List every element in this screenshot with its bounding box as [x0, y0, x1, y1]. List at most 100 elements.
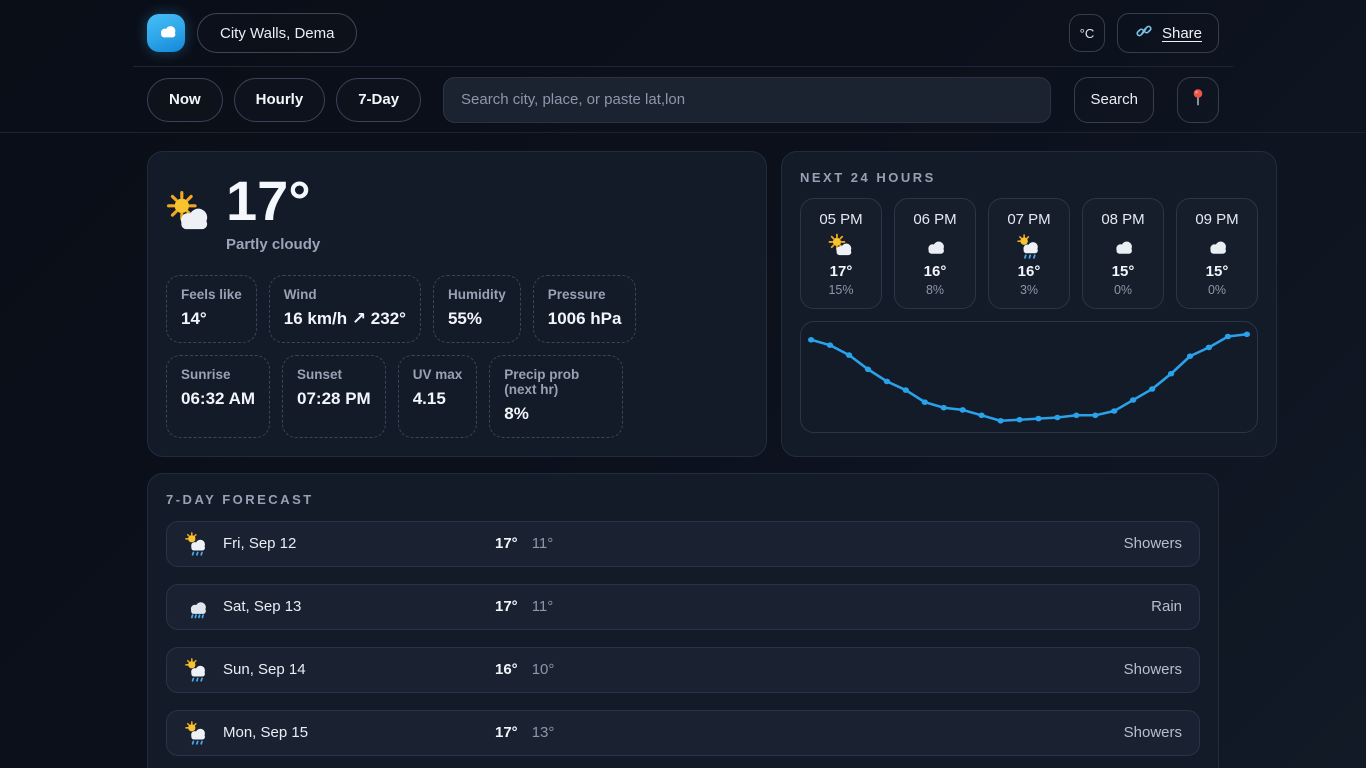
- location-button[interactable]: City Walls, Dema: [197, 13, 357, 53]
- stat-value: 07:28 PM: [297, 389, 371, 409]
- unit-label: °C: [1080, 26, 1095, 41]
- stat-chip-row: Sunrise 06:32 AMSunset 07:28 PMUV max 4.…: [166, 355, 748, 438]
- next-24-hours-title: NEXT 24 HOURS: [800, 170, 1258, 185]
- stat-label: Wind: [284, 287, 406, 302]
- hour-precip: 3%: [993, 283, 1065, 297]
- forecast-high-temp: 17°: [495, 598, 518, 615]
- search-input[interactable]: [443, 77, 1051, 123]
- cloud-icon: [922, 233, 948, 259]
- tab-7day-label: 7-Day: [358, 91, 399, 108]
- forecast-condition: Showers: [1124, 535, 1182, 552]
- hour-chip: 06 PM 16° 8%: [894, 198, 976, 309]
- stat-label: Precip prob (next hr): [504, 367, 608, 397]
- stat-chip: Sunrise 06:32 AM: [166, 355, 270, 438]
- tab-7day[interactable]: 7-Day: [336, 78, 421, 122]
- top-bar: City Walls, Dema °C Share: [0, 0, 1366, 67]
- hour-temp: 16°: [899, 263, 971, 280]
- hour-precip: 8%: [899, 283, 971, 297]
- hour-time: 06 PM: [899, 211, 971, 228]
- forecast-low-temp: 10°: [532, 661, 555, 678]
- hour-temp: 17°: [805, 263, 877, 280]
- app-logo: [147, 14, 185, 52]
- nav-bar: Now Hourly 7-Day Search: [0, 67, 1366, 133]
- stat-chip-row: Feels like 14°Wind 16 km/h ↗ 232°Humidit…: [166, 275, 748, 343]
- seven-day-forecast-title: 7-DAY FORECAST: [166, 492, 1200, 507]
- next-24-hours-card: NEXT 24 HOURS 05 PM 17° 15%06 PM 16° 8%0…: [781, 151, 1277, 457]
- cloud-icon: [1204, 233, 1230, 259]
- stat-label: Sunset: [297, 367, 371, 382]
- pushpin-icon: [1187, 86, 1209, 113]
- share-label: Share: [1162, 25, 1202, 42]
- stat-chip: Wind 16 km/h ↗ 232°: [269, 275, 421, 343]
- forecast-day-row[interactable]: Sat, Sep 13 17° 11° Rain: [166, 584, 1200, 630]
- current-conditions-card: 17° Partly cloudy Feels like 14°Wind 16 …: [147, 151, 767, 457]
- stat-chip: Sunset 07:28 PM: [282, 355, 386, 438]
- stat-chip: Feels like 14°: [166, 275, 257, 343]
- hour-chip: 07 PM 16° 3%: [988, 198, 1070, 309]
- stat-value: 06:32 AM: [181, 389, 255, 409]
- tab-hourly[interactable]: Hourly: [234, 78, 326, 122]
- hour-temp: 15°: [1087, 263, 1159, 280]
- tab-now-label: Now: [169, 91, 201, 108]
- current-stats: Feels like 14°Wind 16 km/h ↗ 232°Humidit…: [166, 275, 748, 438]
- tab-hourly-label: Hourly: [256, 91, 304, 108]
- current-temperature: 17°: [226, 170, 320, 232]
- stat-value: 16 km/h ↗ 232°: [284, 309, 406, 329]
- forecast-rows: Fri, Sep 12 17° 11° Showers Sat, Sep 13 …: [166, 521, 1200, 768]
- current-condition-label: Partly cloudy: [226, 236, 320, 253]
- forecast-date: Sat, Sep 13: [223, 598, 495, 615]
- forecast-high-temp: 16°: [495, 661, 518, 678]
- my-location-button[interactable]: [1177, 77, 1219, 123]
- hour-chip: 05 PM 17° 15%: [800, 198, 882, 309]
- stat-value: 1006 hPa: [548, 309, 622, 329]
- stat-value: 8%: [504, 404, 608, 424]
- hourly-temp-chart-frame: [800, 321, 1258, 433]
- search-button[interactable]: Search: [1074, 77, 1154, 123]
- stat-chip: Humidity 55%: [433, 275, 521, 343]
- current-weather-icon: [166, 190, 212, 236]
- stat-label: UV max: [413, 367, 463, 382]
- hour-precip: 15%: [805, 283, 877, 297]
- hourly-chips-row: 05 PM 17° 15%06 PM 16° 8%07 PM 16° 3%08 …: [800, 198, 1258, 309]
- cloud-icon: [1110, 233, 1136, 259]
- seven-day-forecast-card: 7-DAY FORECAST Fri, Sep 12 17° 11° Showe…: [147, 473, 1219, 768]
- showers-icon: [184, 657, 209, 682]
- stat-label: Humidity: [448, 287, 506, 302]
- tab-now[interactable]: Now: [147, 78, 223, 122]
- forecast-low-temp: 11°: [532, 598, 554, 615]
- hour-time: 05 PM: [805, 211, 877, 228]
- forecast-day-row[interactable]: Sun, Sep 14 16° 10° Showers: [166, 647, 1200, 693]
- share-button[interactable]: Share: [1117, 13, 1219, 53]
- hour-precip: 0%: [1181, 283, 1253, 297]
- stat-chip: Precip prob (next hr) 8%: [489, 355, 623, 438]
- hourly-temp-chart: [801, 322, 1257, 432]
- cloud-logo-icon: [154, 19, 178, 48]
- showers-icon: [184, 720, 209, 745]
- location-label: City Walls, Dema: [220, 25, 334, 42]
- forecast-date: Sun, Sep 14: [223, 661, 495, 678]
- forecast-high-temp: 17°: [495, 724, 518, 741]
- forecast-condition: Showers: [1124, 661, 1182, 678]
- rain-icon: [184, 594, 209, 619]
- hour-chip: 08 PM 15° 0%: [1082, 198, 1164, 309]
- forecast-low-temp: 13°: [532, 724, 555, 741]
- showers-icon: [1016, 233, 1042, 259]
- hour-time: 08 PM: [1087, 211, 1159, 228]
- hour-temp: 15°: [1181, 263, 1253, 280]
- partly-cloudy-icon: [828, 233, 854, 259]
- showers-icon: [184, 531, 209, 556]
- forecast-date: Mon, Sep 15: [223, 724, 495, 741]
- forecast-high-temp: 17°: [495, 535, 518, 552]
- forecast-day-row[interactable]: Fri, Sep 12 17° 11° Showers: [166, 521, 1200, 567]
- stat-label: Sunrise: [181, 367, 255, 382]
- stat-label: Feels like: [181, 287, 242, 302]
- forecast-date: Fri, Sep 12: [223, 535, 495, 552]
- unit-toggle-button[interactable]: °C: [1069, 14, 1105, 52]
- forecast-day-row[interactable]: Mon, Sep 15 17° 13° Showers: [166, 710, 1200, 756]
- stat-value: 4.15: [413, 389, 463, 409]
- link-icon: [1134, 21, 1154, 45]
- hour-time: 07 PM: [993, 211, 1065, 228]
- hour-time: 09 PM: [1181, 211, 1253, 228]
- stat-value: 55%: [448, 309, 506, 329]
- stat-chip: Pressure 1006 hPa: [533, 275, 637, 343]
